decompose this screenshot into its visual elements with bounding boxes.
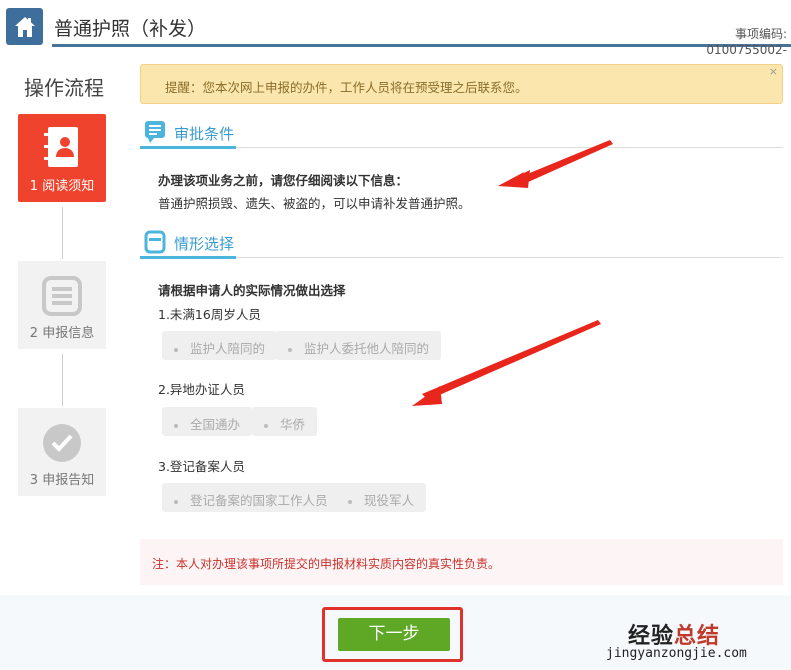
header-divider xyxy=(52,44,791,47)
page-title: 普通护照（补发） xyxy=(54,18,207,40)
process-title: 操作流程 xyxy=(24,76,104,100)
option-nationwide[interactable]: 全国通办 xyxy=(162,407,253,436)
step-label: 3 申报告知 xyxy=(29,473,95,488)
section-underline xyxy=(140,146,236,149)
contact-book-icon xyxy=(44,127,78,167)
section-situation-select: 情形选择 xyxy=(140,230,783,259)
reminder-alert: 提醒：您本次网上申报的办件，工作人员将在预受理之后联系您。 × xyxy=(140,64,783,104)
section-approval-conditions: 审批条件 xyxy=(140,120,783,149)
watermark-url: jingyanzongjie.com xyxy=(606,646,747,661)
item-code-label: 事项编码: xyxy=(734,27,787,41)
step-connector xyxy=(62,207,63,259)
option-overseas-chinese[interactable]: 华侨 xyxy=(252,407,318,436)
step-connector xyxy=(62,354,63,406)
conditions-body: 普通护照损毁、遗失、被盗的，可以申请补发普通护照。 xyxy=(158,196,471,211)
conditions-heading: 办理该项业务之前，请您仔细阅读以下信息： xyxy=(158,173,409,188)
step-declare-notice[interactable]: 3 申报告知 xyxy=(18,408,106,496)
step-read-notice[interactable]: 1 阅读须知 xyxy=(18,114,106,202)
group-label: 1.未满16周岁人员 xyxy=(158,307,261,322)
disclaimer-note: 注：本人对办理该事项所提交的申报材料实质内容的真实性负责。 xyxy=(140,539,783,585)
step-label: 1 阅读须知 xyxy=(29,179,95,194)
alert-text: 提醒：您本次网上申报的办件，工作人员将在预受理之后联系您。 xyxy=(165,80,528,95)
next-step-button[interactable]: 下一步 xyxy=(338,618,450,651)
option-active-military[interactable]: 现役军人 xyxy=(336,483,427,512)
option-guardian-delegated[interactable]: 监护人委托他人陪同的 xyxy=(276,331,442,360)
home-button[interactable] xyxy=(6,8,43,45)
option-guardian-accompanied[interactable]: 监护人陪同的 xyxy=(162,331,278,360)
section-underline xyxy=(140,256,236,259)
window-icon xyxy=(144,230,166,254)
check-circle-icon xyxy=(43,424,81,462)
home-icon xyxy=(14,16,35,37)
step-declare-info[interactable]: 2 申报信息 xyxy=(18,261,106,349)
section-title: 情形选择 xyxy=(174,235,235,253)
chat-list-icon xyxy=(145,121,165,143)
group-label: 2.异地办证人员 xyxy=(158,382,245,397)
step-label: 2 申报信息 xyxy=(29,326,95,341)
close-icon[interactable]: × xyxy=(769,65,778,78)
list-doc-icon xyxy=(42,276,82,316)
option-registered-official[interactable]: 登记备案的国家工作人员 xyxy=(162,483,340,512)
section-title: 审批条件 xyxy=(174,125,235,143)
group-label: 3.登记备案人员 xyxy=(158,459,245,474)
item-code-value: 0100755002- xyxy=(706,43,787,57)
situation-prompt: 请根据申请人的实际情况做出选择 xyxy=(158,283,346,298)
